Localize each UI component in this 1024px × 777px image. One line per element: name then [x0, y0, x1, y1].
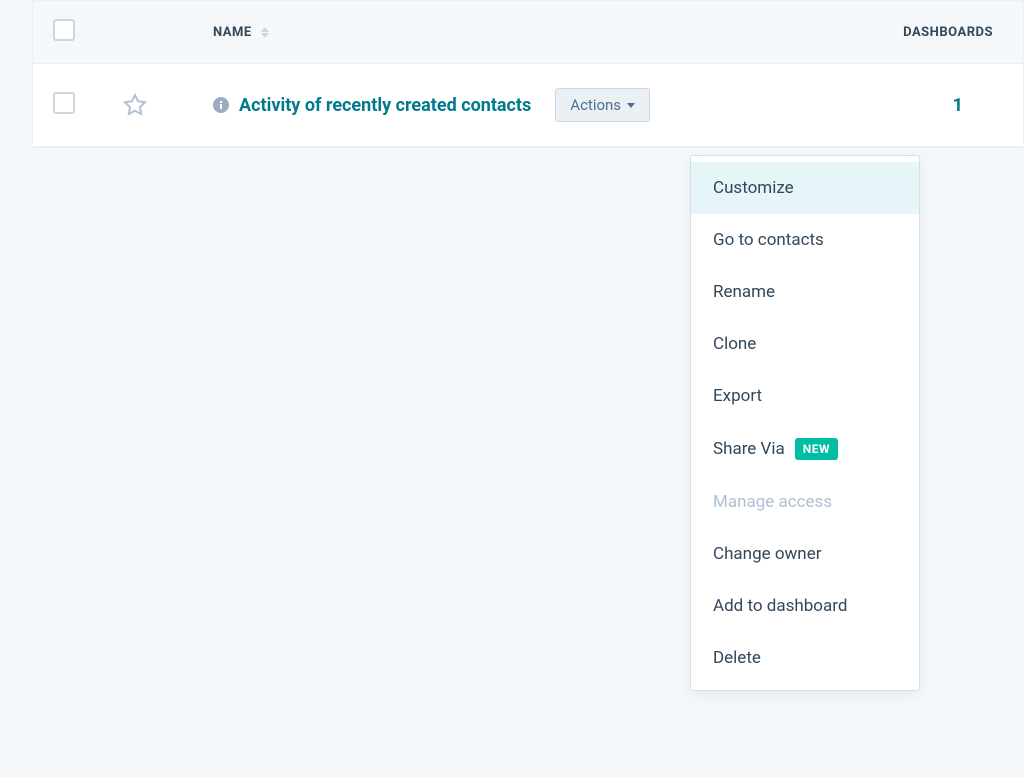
reports-table: NAME DASHBOARDS [32, 0, 1024, 148]
dropdown-item-delete[interactable]: Delete [691, 632, 919, 684]
dropdown-item-change-owner[interactable]: Change owner [691, 528, 919, 580]
dropdown-item-label: Clone [713, 334, 756, 354]
column-header-name-label: NAME [213, 25, 252, 40]
table-row: Activity of recently created contacts Ac… [33, 64, 1023, 147]
dropdown-item-add-to-dashboard[interactable]: Add to dashboard [691, 580, 919, 632]
table-header-row: NAME DASHBOARDS [33, 1, 1023, 64]
actions-dropdown: Customize Go to contacts Rename Clone Ex… [690, 155, 920, 691]
sort-icon [261, 27, 269, 38]
dropdown-item-label: Go to contacts [713, 230, 824, 250]
info-icon[interactable] [213, 97, 229, 113]
column-header-favorite [103, 1, 193, 64]
new-badge: NEW [795, 438, 838, 460]
dropdown-item-label: Export [713, 386, 762, 406]
column-header-dashboards[interactable]: DASHBOARDS [873, 1, 1023, 64]
dropdown-item-label: Change owner [713, 544, 821, 564]
report-name-link[interactable]: Activity of recently created contacts [239, 95, 531, 116]
dropdown-item-label: Rename [713, 282, 775, 302]
dropdown-item-label: Customize [713, 178, 794, 198]
actions-button-label: Actions [570, 96, 621, 114]
dropdown-item-label: Manage access [713, 492, 832, 512]
dropdown-item-label: Delete [713, 648, 761, 668]
row-checkbox[interactable] [53, 92, 75, 114]
dropdown-item-label: Share Via [713, 439, 785, 459]
dropdown-item-go-to-contacts[interactable]: Go to contacts [691, 214, 919, 266]
column-header-dashboards-label: DASHBOARDS [903, 25, 993, 40]
favorite-star-icon[interactable] [123, 93, 173, 117]
dropdown-item-customize[interactable]: Customize [691, 162, 919, 214]
dropdown-item-manage-access: Manage access [691, 476, 919, 528]
dropdown-item-rename[interactable]: Rename [691, 266, 919, 318]
caret-down-icon [627, 103, 635, 108]
dropdown-item-export[interactable]: Export [691, 370, 919, 422]
column-header-checkbox [33, 1, 103, 64]
dashboards-count-link[interactable]: 1 [953, 95, 963, 116]
dropdown-item-label: Add to dashboard [713, 596, 847, 616]
dropdown-item-share-via[interactable]: Share Via NEW [691, 422, 919, 476]
actions-button[interactable]: Actions [555, 88, 650, 122]
dropdown-item-clone[interactable]: Clone [691, 318, 919, 370]
select-all-checkbox[interactable] [53, 19, 75, 41]
column-header-name[interactable]: NAME [193, 1, 873, 64]
